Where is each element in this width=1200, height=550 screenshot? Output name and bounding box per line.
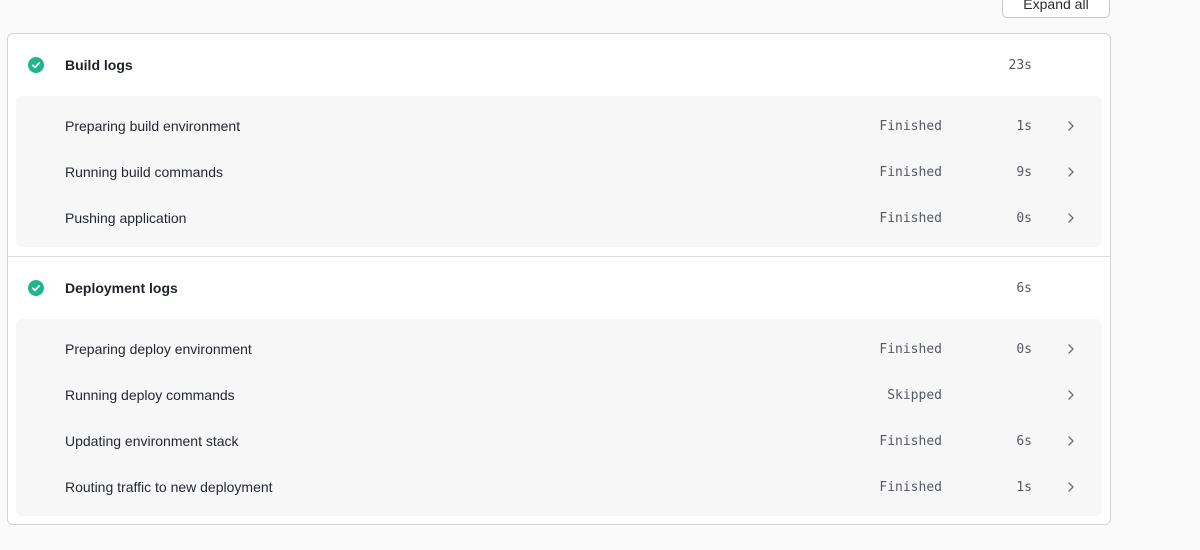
chevron-right-icon — [1068, 436, 1074, 446]
step-label: Running build commands — [65, 164, 223, 180]
step-status: Finished — [879, 434, 942, 449]
check-circle-icon — [28, 57, 44, 73]
step-duration: 6s — [1016, 434, 1032, 449]
step-duration: 9s — [1016, 165, 1032, 180]
deploy-step-row[interactable]: Running deploy commands Skipped — [16, 372, 1102, 418]
chevron-right-icon — [1068, 121, 1074, 131]
step-status: Finished — [879, 480, 942, 495]
step-duration: 1s — [1016, 119, 1032, 134]
deploy-step-row[interactable]: Routing traffic to new deployment Finish… — [16, 464, 1102, 510]
deploy-step-row[interactable]: Updating environment stack Finished 6s — [16, 418, 1102, 464]
chevron-right-icon — [1068, 482, 1074, 492]
build-logs-header[interactable]: Build logs 23s — [8, 34, 1110, 96]
section-duration: 6s — [1016, 281, 1032, 296]
deployment-logs-header[interactable]: Deployment logs 6s — [8, 257, 1110, 319]
logs-panel: Build logs 23s Preparing build environme… — [7, 33, 1111, 525]
build-step-row[interactable]: Pushing application Finished 0s — [16, 195, 1102, 241]
step-label: Preparing build environment — [65, 118, 241, 134]
step-status: Finished — [879, 119, 942, 134]
step-status: Finished — [879, 342, 942, 357]
deployment-steps-list: Preparing deploy environment Finished 0s… — [16, 319, 1102, 516]
chevron-right-icon — [1068, 213, 1074, 223]
step-label: Running deploy commands — [65, 387, 235, 403]
section-duration: 23s — [1008, 58, 1032, 73]
check-circle-icon — [28, 280, 44, 296]
chevron-right-icon — [1068, 167, 1074, 177]
build-step-row[interactable]: Running build commands Finished 9s — [16, 149, 1102, 195]
build-step-row[interactable]: Preparing build environment Finished 1s — [16, 103, 1102, 149]
step-status: Skipped — [887, 388, 942, 403]
step-duration: 0s — [1016, 211, 1032, 226]
chevron-right-icon — [1068, 390, 1074, 400]
section-title: Deployment logs — [65, 280, 178, 296]
step-label: Preparing deploy environment — [65, 341, 252, 357]
step-status: Finished — [879, 211, 942, 226]
step-label: Pushing application — [65, 210, 187, 226]
expand-all-button[interactable]: Expand all — [1002, 0, 1110, 18]
section-title: Build logs — [65, 57, 133, 73]
step-status: Finished — [879, 165, 942, 180]
chevron-right-icon — [1068, 344, 1074, 354]
step-duration: 1s — [1016, 480, 1032, 495]
deploy-step-row[interactable]: Preparing deploy environment Finished 0s — [16, 326, 1102, 372]
step-duration: 0s — [1016, 342, 1032, 357]
step-label: Routing traffic to new deployment — [65, 479, 273, 495]
build-steps-list: Preparing build environment Finished 1s … — [16, 96, 1102, 247]
step-label: Updating environment stack — [65, 433, 239, 449]
